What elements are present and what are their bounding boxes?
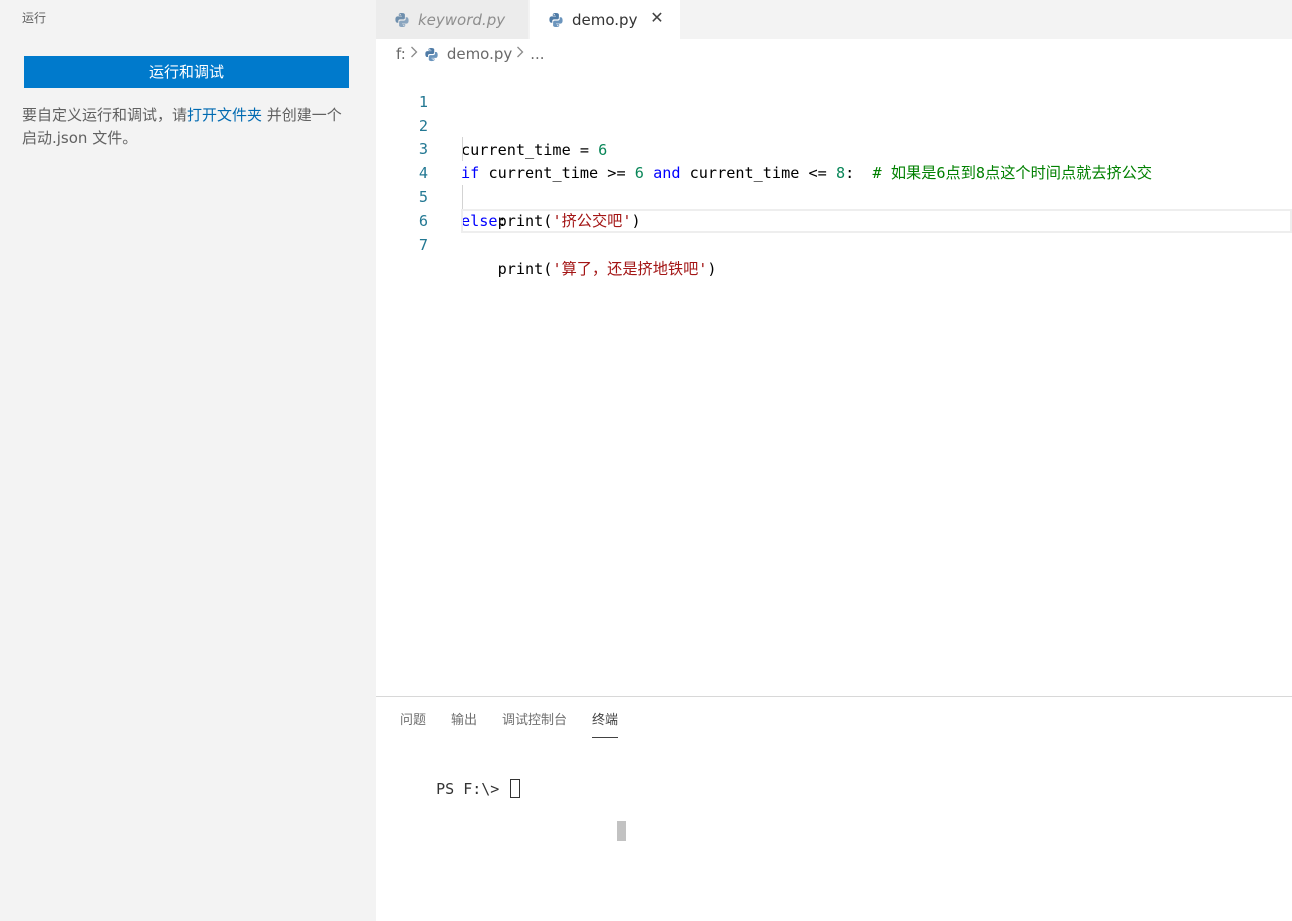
terminal-cursor (510, 779, 521, 798)
tab-demo-py[interactable]: demo.py ✕ (530, 0, 680, 39)
indent-guide (462, 185, 463, 209)
scrollbar-thumb[interactable] (617, 821, 626, 841)
chevron-right-icon (516, 46, 524, 62)
run-and-debug-button[interactable]: 运行和调试 (24, 56, 349, 88)
python-icon (424, 47, 439, 62)
breadcrumb-drive[interactable]: f: (396, 45, 406, 63)
tab-output[interactable]: 输出 (451, 712, 477, 738)
tab-demo-label: demo.py (572, 10, 638, 29)
close-icon[interactable]: ✕ (648, 9, 666, 27)
tab-keyword-label: keyword.py (418, 10, 506, 29)
sidebar-title: 运行 (22, 11, 47, 25)
tab-terminal[interactable]: 终端 (592, 712, 619, 738)
terminal[interactable]: PS F:\> (400, 761, 521, 816)
code-line[interactable]: 6 print('算了，还是挤地铁吧') (376, 185, 1292, 278)
python-icon (394, 12, 410, 28)
code-line[interactable]: 5 else: (376, 161, 1292, 230)
code-line[interactable]: 3 if current_time >= 6 and current_time … (376, 113, 1292, 182)
sidebar-message: 要自定义运行和调试，请打开文件夹 并创建一个启动.json 文件。 (22, 104, 352, 150)
code-token: ) (707, 260, 717, 278)
code-line[interactable]: 1 (376, 66, 1292, 111)
tab-keyword-py[interactable]: keyword.py (376, 0, 528, 39)
panel-tabs: 问题 输出 调试控制台 终端 (400, 712, 643, 738)
breadcrumb-more[interactable]: ... (530, 45, 544, 63)
breadcrumb: f: demo.py ... (396, 43, 545, 65)
code-text: print('算了，还是挤地铁吧') (461, 257, 717, 281)
sidebar-message-prefix: 要自定义运行和调试，请 (22, 106, 188, 124)
code-string: '算了，还是挤地铁吧' (552, 260, 708, 278)
terminal-prompt: PS F:\> (436, 780, 500, 798)
code-token: print( (461, 260, 553, 278)
bottom-panel: 问题 输出 调试控制台 终端 PS F:\> (376, 696, 1292, 921)
code-editor[interactable]: 1 2 current_time = 6 3 if current_time >… (376, 66, 1292, 696)
python-icon (548, 12, 564, 28)
chevron-right-icon (410, 46, 418, 62)
tab-problems[interactable]: 问题 (400, 712, 426, 738)
run-debug-sidebar: 运行 运行和调试 要自定义运行和调试，请打开文件夹 并创建一个启动.json 文… (0, 0, 376, 921)
tab-debug-console[interactable]: 调试控制台 (502, 712, 567, 738)
code-line[interactable]: 7 (376, 209, 1292, 254)
code-line[interactable]: 2 current_time = 6 (376, 90, 1292, 159)
editor-tab-bar: keyword.py demo.py ✕ (376, 0, 1292, 39)
breadcrumb-file[interactable]: demo.py (447, 45, 512, 63)
current-line-highlight (461, 209, 1292, 233)
indent-guide (462, 137, 463, 161)
line-number: 7 (418, 236, 428, 254)
open-folder-link[interactable]: 打开文件夹 (187, 106, 262, 124)
code-line[interactable]: 4 print('挤公交吧') (376, 137, 1292, 230)
